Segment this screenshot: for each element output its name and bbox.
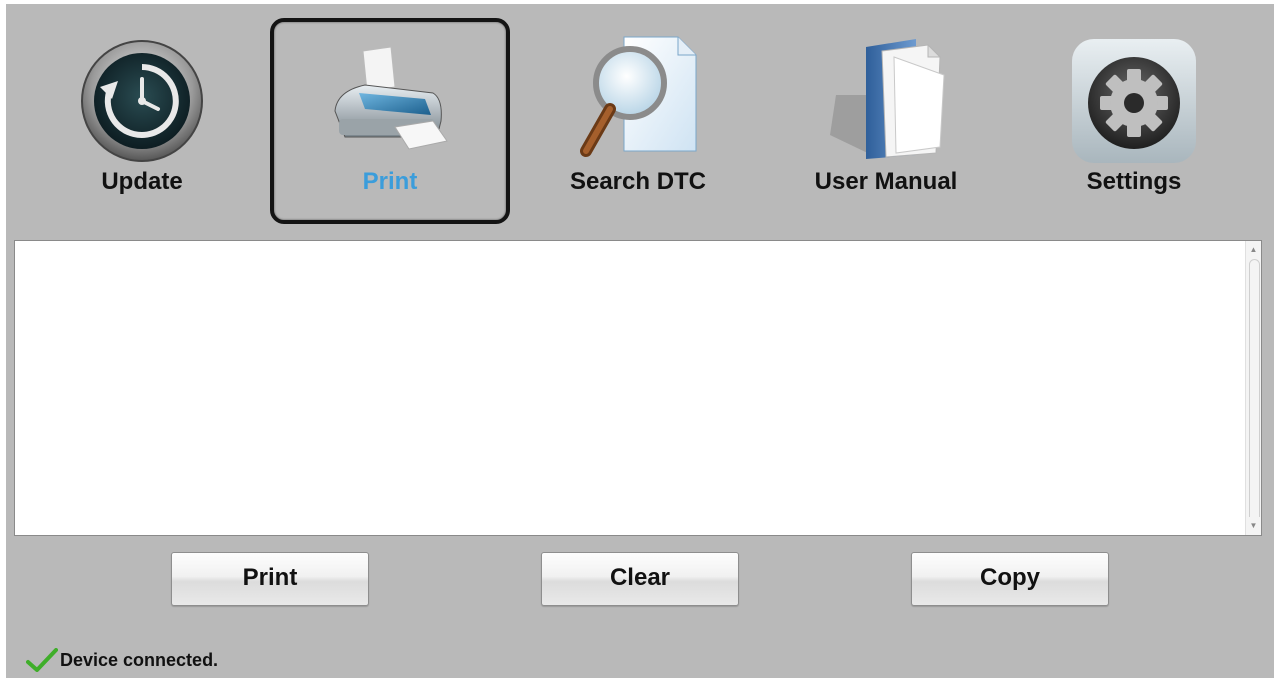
update-tool-button[interactable]: Update [22,18,262,224]
user-manual-label: User Manual [814,168,958,195]
gear-icon [1014,36,1254,166]
manual-book-icon [766,36,1006,166]
toolbar: Update Print Search DTC User Manual Sett… [6,4,1274,236]
output-textarea[interactable]: ▲ ▼ [14,240,1262,536]
settings-label: Settings [1086,168,1182,195]
search-dtc-label: Search DTC [569,168,707,195]
search-dtc-tool-button[interactable]: Search DTC [518,18,758,224]
status-bar: Device connected. [26,648,218,672]
update-clock-icon [22,36,262,166]
status-text: Device connected. [60,649,219,670]
update-label: Update [101,168,183,195]
search-document-icon [518,36,758,166]
settings-tool-button[interactable]: Settings [1014,18,1254,224]
output-text [15,241,1261,253]
vertical-scrollbar[interactable]: ▲ ▼ [1245,241,1261,535]
checkmark-icon [26,648,58,672]
clear-button[interactable]: Clear [541,552,739,606]
user-manual-tool-button[interactable]: User Manual [766,18,1006,224]
app-window: Update Print Search DTC User Manual Sett… [6,4,1274,678]
print-label: Print [362,168,418,195]
print-tool-button[interactable]: Print [270,18,510,224]
printer-icon [274,36,506,166]
scroll-up-icon[interactable]: ▲ [1246,243,1261,257]
scroll-down-icon[interactable]: ▼ [1246,519,1261,533]
print-button[interactable]: Print [171,552,369,606]
copy-button[interactable]: Copy [911,552,1109,606]
scrollbar-thumb[interactable] [1249,259,1260,517]
